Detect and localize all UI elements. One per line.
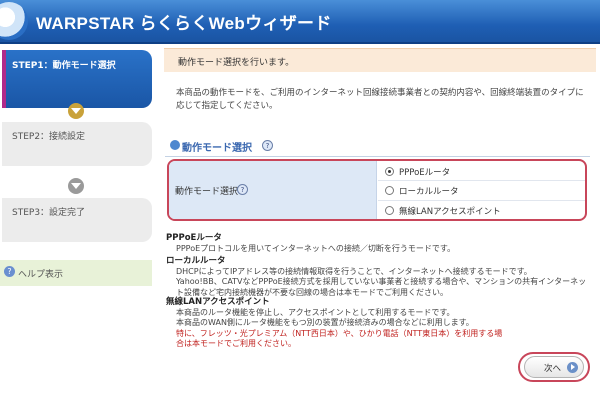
info-text: Yahoo!BB、CATVなどPPPoE接続方式を採用していない事業者と接続する… — [176, 277, 587, 297]
radio-button[interactable] — [385, 186, 394, 195]
help-label: ヘルプ表示 — [18, 270, 64, 280]
page-title-bar: 動作モード選択を行います。 — [164, 48, 596, 72]
section-title: 動作モード選択 — [182, 143, 252, 154]
info-heading: PPPoEルータ — [166, 233, 222, 243]
step-label: STEP1：動作モード選択 — [12, 61, 116, 71]
info-text: PPPoEプロトコルを用いてインターネットへの接続／切断を行うモードです。 — [176, 243, 456, 253]
divider — [378, 200, 585, 201]
mode-label-cell: 動作モード選択 ? — [169, 161, 377, 219]
step-label: STEP2：接続設定 — [12, 132, 86, 142]
divider — [165, 156, 590, 157]
app-header: WARPSTAR らくらくWebウィザード — [0, 0, 600, 44]
mode-label: 動作モード選択 — [175, 187, 239, 197]
help-icon[interactable]: ? — [237, 184, 248, 195]
radio-option-local-router[interactable]: ローカルルータ — [383, 182, 583, 200]
chevron-down-icon — [68, 103, 84, 119]
help-link[interactable]: ? ヘルプ表示 — [0, 260, 152, 286]
section-bullet-icon — [170, 140, 180, 150]
info-pppoe: PPPoEルータ PPPoEプロトコルを用いてインターネットへの接続／切断を行う… — [166, 233, 594, 254]
logo-icon — [0, 2, 28, 40]
step-label: STEP3：設定完了 — [12, 208, 86, 218]
sidebar-step-1[interactable]: STEP1：動作モード選択 — [2, 50, 152, 108]
sidebar-step-2[interactable]: STEP2：接続設定 — [2, 122, 152, 166]
next-label: 次へ — [544, 364, 562, 374]
info-text: 本商品のルータ機能を停止し、アクセスポイントとして利用するモードです。 — [176, 307, 455, 317]
option-label: ローカルルータ — [399, 187, 459, 197]
page-description: 本商品の動作モードを、ご利用のインターネット回線接続事業者との契約内容や、回線終… — [176, 88, 584, 111]
arrow-right-icon — [567, 362, 578, 373]
info-heading: 無線LANアクセスポイント — [166, 297, 270, 307]
option-label: 無線LANアクセスポイント — [399, 207, 501, 217]
mode-selection-box: 動作モード選択 ? PPPoEルータ ローカルルータ 無線LANアクセスポイント — [167, 159, 587, 221]
app-title: WARPSTAR らくらくWebウィザード — [36, 14, 332, 33]
option-label: PPPoEルータ — [399, 168, 451, 178]
info-wireless-ap: 無線LANアクセスポイント 本商品のルータ機能を停止し、アクセスポイントとして利… — [166, 297, 506, 350]
info-text: DHCPによってIPアドレス等の接続情報取得を行うことで、インターネットへ接続す… — [176, 266, 532, 276]
chevron-down-icon — [68, 178, 84, 194]
info-heading: ローカルルータ — [166, 256, 226, 266]
help-icon[interactable]: ? — [262, 140, 273, 151]
warning-text: 特に、フレッツ・光プレミアム（NTT西日本）や、ひかり電話（NTT東日本）を利用… — [176, 328, 503, 349]
radio-button[interactable] — [385, 167, 394, 176]
next-button[interactable]: 次へ — [524, 356, 584, 378]
radio-option-pppoe-router[interactable]: PPPoEルータ — [383, 163, 583, 181]
info-text: 本商品のWAN側にルータ機能をもつ別の装置が接続済みの場合などに利用します。 — [176, 318, 474, 327]
info-local-router: ローカルルータ DHCPによってIPアドレス等の接続情報取得を行うことで、インタ… — [166, 256, 594, 298]
sidebar-step-3[interactable]: STEP3：設定完了 — [2, 198, 152, 242]
radio-button[interactable] — [385, 206, 394, 215]
radio-option-wireless-ap[interactable]: 無線LANアクセスポイント — [383, 202, 583, 219]
divider — [378, 180, 585, 181]
wizard-sidebar: STEP1：動作モード選択 STEP2：接続設定 STEP3：設定完了 ? ヘル… — [0, 46, 155, 395]
page-title: 動作モード選択を行います。 — [178, 58, 295, 68]
help-icon: ? — [4, 266, 15, 277]
